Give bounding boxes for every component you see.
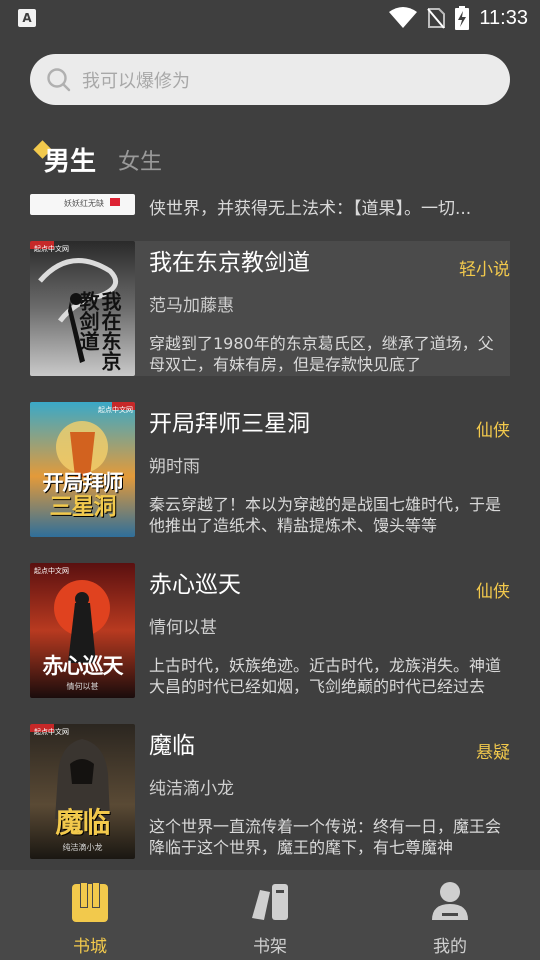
book-description: 秦云穿越了！本以为穿越的是战国七雄时代，于是他推出了造纸术、精盐提炼术、馒头等等 bbox=[149, 495, 502, 535]
book-title: 我在东京教剑道 bbox=[149, 250, 310, 276]
search-icon bbox=[47, 67, 71, 91]
book-title: 赤心巡天 bbox=[149, 572, 241, 598]
status-bar: A 11:33 bbox=[0, 0, 540, 36]
bookshelf-icon bbox=[252, 884, 288, 920]
nav-item-bookstore[interactable]: 书城 bbox=[0, 870, 180, 960]
gender-tabs: 男生 女生 bbox=[33, 138, 162, 178]
book-cover: 起点中文网 开局拜师 三星洞 bbox=[30, 402, 135, 537]
book-list[interactable]: 妖妖红无缺 侠世界，并获得无上法术：【道果】。一切... 起点中文网 我在东京教… bbox=[0, 186, 540, 870]
nav-label-bookstore: 书城 bbox=[73, 937, 107, 957]
book-author: 纯洁滴小龙 bbox=[149, 779, 234, 799]
search-bar[interactable]: 我可以爆修为 bbox=[30, 54, 510, 105]
no-sim-icon bbox=[427, 8, 446, 29]
book-cover: 起点中文网 我在东京教剑道 bbox=[30, 241, 135, 376]
book-genre: 轻小说 bbox=[459, 260, 510, 280]
book-title: 魔临 bbox=[149, 733, 195, 759]
book-author: 范马加藤惠 bbox=[149, 296, 234, 316]
list-item[interactable]: 起点中文网 魔临 纯洁滴小龙 魔临 悬疑 纯洁滴小龙 这个世界一直流传着一个传说… bbox=[30, 724, 510, 859]
status-time: 11:33 bbox=[479, 6, 528, 29]
search-placeholder: 我可以爆修为 bbox=[82, 70, 190, 92]
cover-title-line2: 三星洞 bbox=[49, 493, 117, 520]
cover-title: 赤心巡天 bbox=[42, 653, 124, 678]
book-author: 情何以甚 bbox=[149, 618, 217, 638]
bookstore-icon bbox=[72, 882, 108, 922]
book-description: 穿越到了1980年的东京葛氏区，继承了道场，父母双亡，有妹有房，但是存款快见底了 bbox=[149, 334, 494, 374]
book-genre: 仙侠 bbox=[476, 582, 510, 602]
cover-publisher: 起点中文网 bbox=[34, 728, 69, 736]
cover-badge bbox=[110, 198, 120, 206]
list-item[interactable]: 起点中文网 我在东京教剑道 我在东京教剑道 轻小说 范马加藤惠 穿越到了1980… bbox=[30, 241, 510, 376]
cover-publisher: 起点中文网 bbox=[98, 406, 133, 414]
book-description: 侠世界，并获得无上法术：【道果】。一切... bbox=[149, 199, 472, 219]
book-cover: 起点中文网 魔临 纯洁滴小龙 bbox=[30, 724, 135, 859]
list-item[interactable]: 起点中文网 赤心巡天 情何以甚 赤心巡天 仙侠 情何以甚 上古时代，妖族绝迹。近… bbox=[30, 563, 510, 698]
nav-item-bookshelf[interactable]: 书架 bbox=[180, 870, 360, 960]
book-title: 开局拜师三星洞 bbox=[149, 411, 310, 437]
cover-publisher: 起点中文网 bbox=[34, 567, 69, 575]
list-item[interactable]: 妖妖红无缺 侠世界，并获得无上法术：【道果】。一切... bbox=[0, 186, 540, 226]
book-cover: 妖妖红无缺 bbox=[30, 194, 135, 215]
list-item[interactable]: 起点中文网 开局拜师 三星洞 开局拜师三星洞 仙侠 朔时雨 秦云穿越了！本以为穿… bbox=[30, 402, 510, 537]
wifi-icon bbox=[389, 7, 418, 28]
cover-title: 我在东京教剑道 bbox=[76, 291, 122, 371]
nav-label-profile: 我的 bbox=[433, 937, 467, 957]
tab-male[interactable]: 男生 bbox=[44, 141, 96, 178]
nav-item-profile[interactable]: 我的 bbox=[360, 870, 540, 960]
book-description: 上古时代，妖族绝迹。近古时代，龙族消失。神道大昌的时代已经如烟，飞剑绝巅的时代已… bbox=[149, 656, 502, 696]
book-cover: 起点中文网 赤心巡天 情何以甚 bbox=[30, 563, 135, 698]
book-genre: 悬疑 bbox=[476, 743, 510, 763]
cover-author: 情何以甚 bbox=[66, 682, 99, 691]
notification-app-icon: A bbox=[18, 9, 36, 27]
book-description: 这个世界一直流传着一个传说：终有一日，魔王会降临于这个世界，魔王的麾下，有七尊魔… bbox=[149, 817, 502, 857]
battery-charging-icon bbox=[455, 6, 470, 30]
book-genre: 仙侠 bbox=[476, 421, 510, 441]
book-author: 朔时雨 bbox=[149, 457, 200, 477]
cover-text: 妖妖红无缺 bbox=[64, 199, 104, 208]
cover-title: 魔临 bbox=[55, 806, 110, 839]
nav-label-bookshelf: 书架 bbox=[253, 937, 287, 957]
profile-icon bbox=[432, 882, 468, 920]
bottom-nav: 书城 书架 我的 bbox=[0, 870, 540, 960]
cover-publisher: 起点中文网 bbox=[34, 245, 69, 253]
cover-author: 纯洁滴小龙 bbox=[62, 843, 103, 852]
tab-female[interactable]: 女生 bbox=[118, 144, 162, 178]
